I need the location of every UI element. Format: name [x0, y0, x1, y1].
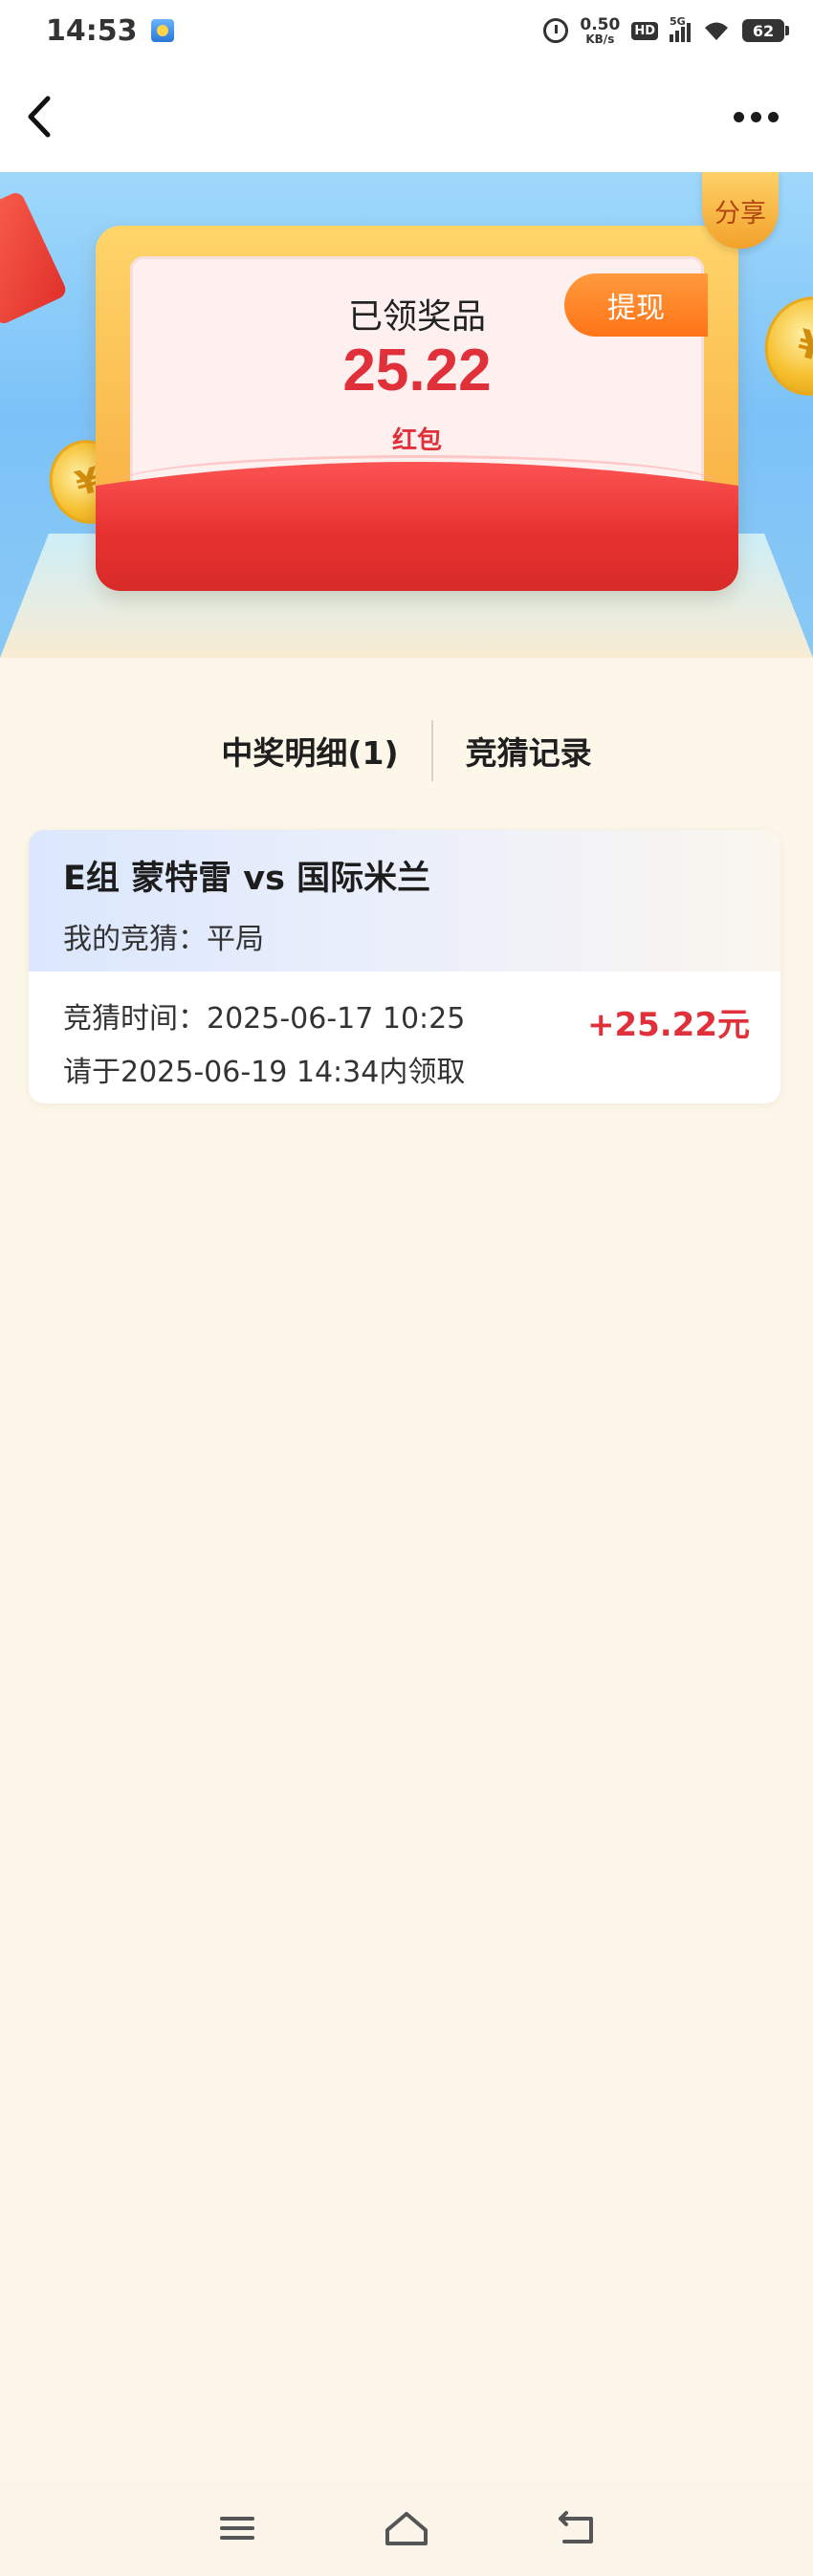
record-card[interactable]: E组 蒙特雷 vs 国际米兰 我的竞猜：平局 竞猜时间：2025-06-17 1…: [29, 830, 780, 1103]
record-header: E组 蒙特雷 vs 国际米兰 我的竞猜：平局: [29, 830, 780, 971]
my-guess: 我的竞猜：平局: [63, 923, 264, 956]
prize-hero: ¥ ¥ 已领奖品 25.22 红包 提现 分享: [0, 172, 813, 658]
network-type: 5G: [670, 15, 686, 28]
network-speed: 0.50 KB/s: [580, 14, 621, 46]
share-button[interactable]: 分享: [702, 172, 779, 249]
claim-deadline: 请于2025-06-19 14:34内领取: [63, 1056, 466, 1089]
status-time: 14:53: [46, 13, 138, 48]
nav-bar: [0, 61, 813, 172]
menu-icon[interactable]: [209, 2504, 266, 2552]
prize-card: 已领奖品 25.22 红包 提现: [96, 226, 738, 591]
system-nav-bar: [0, 2480, 813, 2576]
red-envelope-decoration: [0, 189, 69, 327]
app-notification-icon: [150, 19, 174, 42]
tabs: 中奖明细(1) 竞猜记录: [0, 717, 813, 784]
back-icon[interactable]: [25, 90, 63, 143]
status-left: 14:53: [46, 14, 174, 48]
signal-icon: 5G: [670, 15, 691, 42]
status-right: 0.50 KB/s HD 5G 62: [543, 14, 789, 46]
battery-icon: 62: [742, 19, 789, 42]
reward-amount: +25.22元: [586, 1006, 750, 1044]
coin-icon: ¥: [754, 286, 813, 406]
withdraw-button[interactable]: 提现: [564, 273, 708, 337]
return-icon[interactable]: [547, 2504, 604, 2552]
prize-unit: 红包: [391, 426, 442, 455]
tab-prize-detail[interactable]: 中奖明细(1): [188, 728, 430, 774]
network-speed-unit: KB/s: [585, 32, 615, 46]
home-icon[interactable]: [378, 2504, 435, 2552]
alarm-icon: [543, 18, 569, 43]
network-speed-value: 0.50: [580, 14, 621, 34]
wifi-icon: [705, 22, 728, 40]
tab-guess-record[interactable]: 竞猜记录: [433, 728, 625, 774]
prize-amount: 25.22: [342, 338, 492, 404]
more-icon[interactable]: [724, 102, 788, 132]
match-title: E组 蒙特雷 vs 国际米兰: [63, 860, 431, 898]
status-bar: 14:53 0.50 KB/s HD 5G 62: [0, 0, 813, 61]
hd-icon: HD: [631, 21, 658, 40]
record-body: 竞猜时间：2025-06-17 10:25 请于2025-06-19 14:34…: [29, 971, 780, 1103]
